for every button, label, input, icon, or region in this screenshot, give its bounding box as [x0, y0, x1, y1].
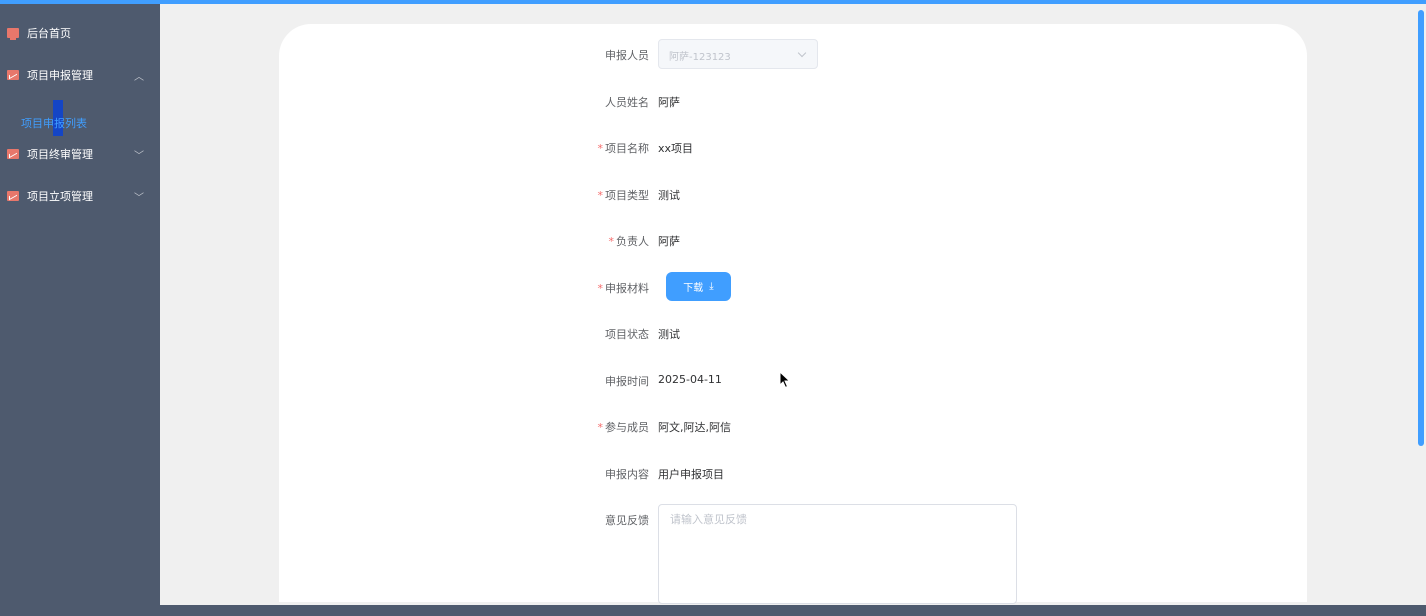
chart-icon — [7, 70, 19, 80]
mouse-cursor-icon — [779, 371, 791, 389]
sidebar-item-label: 后台首页 — [27, 27, 71, 40]
button-label: 下载 — [683, 283, 704, 294]
chevron-up-icon: ︿ — [134, 71, 144, 83]
form-row-materials: * 申报材料 — [279, 277, 1307, 297]
form-row-project-name: * 项目名称 xx项目 — [279, 137, 1307, 157]
form-row-status: 项目状态 测试 — [279, 323, 1307, 343]
feedback-textarea[interactable]: 请输入意见反馈 — [658, 504, 1017, 604]
select-value: 阿萨-123123 — [669, 52, 731, 63]
sidebar-item-project-declaration[interactable]: 项目申报管理 ︿ — [0, 65, 160, 85]
form-row-content: 申报内容 用户申报项目 — [279, 463, 1307, 483]
sidebar-item-home[interactable]: 后台首页 — [0, 23, 160, 43]
field-label: * 负责人 — [609, 233, 650, 249]
label-text: 项目类型 — [605, 189, 649, 202]
required-marker: * — [597, 189, 604, 202]
vertical-scrollbar[interactable] — [1418, 10, 1424, 446]
label-text: 申报材料 — [605, 282, 649, 295]
field-label: 申报人员 — [605, 49, 649, 62]
label-text: 负责人 — [616, 235, 649, 248]
download-button[interactable]: 下载 ⤓ — [666, 272, 731, 301]
required-marker: * — [597, 282, 604, 295]
field-value: 测试 — [658, 328, 680, 341]
required-marker: * — [597, 142, 604, 155]
field-label: * 参与成员 — [598, 419, 650, 435]
field-label: 项目状态 — [605, 328, 649, 341]
sidebar-subitem-declaration-list[interactable]: 项目申报列表 — [21, 115, 87, 131]
sidebar-item-project-approval[interactable]: 项目立项管理 ﹀ — [0, 186, 160, 206]
chart-icon — [7, 149, 19, 159]
field-label: * 申报材料 — [598, 280, 650, 296]
chevron-down-icon: ﹀ — [134, 192, 144, 204]
field-label: 人员姓名 — [605, 96, 649, 109]
field-value: 用户申报项目 — [658, 468, 724, 481]
field-value: 阿萨 — [658, 235, 680, 248]
textarea-placeholder: 请输入意见反馈 — [670, 513, 747, 526]
field-label: * 项目类型 — [598, 187, 650, 203]
field-label: 申报内容 — [605, 468, 649, 481]
required-marker: * — [608, 235, 615, 248]
sidebar-item-label: 项目终审管理 — [27, 148, 93, 161]
top-accent-bar — [0, 0, 1426, 4]
sidebar: 后台首页 项目申报管理 ︿ 项目申报列表 项目终审管理 ﹀ 项目立项管理 ﹀ — [0, 4, 160, 616]
field-value: 2025-04-11 — [658, 373, 722, 386]
field-value: 阿萨 — [658, 96, 680, 109]
sidebar-item-label: 项目申报管理 — [27, 69, 93, 82]
download-icon: ⤓ — [709, 281, 714, 292]
sidebar-item-label: 项目立项管理 — [27, 190, 93, 203]
form-card: 申报人员 阿萨-123123 人员姓名 阿萨 * 项目名称 xx项目 * 项目类型 … — [279, 24, 1307, 604]
form-row-name: 人员姓名 阿萨 — [279, 91, 1307, 111]
field-label: 申报时间 — [605, 375, 649, 388]
field-value: 阿文,阿达,阿信 — [658, 421, 731, 434]
form-row-project-type: * 项目类型 测试 — [279, 184, 1307, 204]
field-label: 意见反馈 — [605, 514, 649, 527]
form-row-time: 申报时间 2025-04-11 — [279, 370, 1307, 390]
label-text: 项目名称 — [605, 142, 649, 155]
chart-icon — [7, 191, 19, 201]
chevron-down-icon: ﹀ — [134, 150, 144, 162]
required-marker: * — [597, 421, 604, 434]
form-row-members: * 参与成员 阿文,阿达,阿信 — [279, 416, 1307, 436]
field-value: 测试 — [658, 189, 680, 202]
label-text: 参与成员 — [605, 421, 649, 434]
field-label: * 项目名称 — [598, 140, 650, 156]
field-value: xx项目 — [658, 142, 694, 155]
chevron-down-icon — [797, 48, 807, 58]
applicant-select[interactable]: 阿萨-123123 — [658, 39, 818, 69]
form-row-leader: * 负责人 阿萨 — [279, 230, 1307, 250]
bottom-bar — [160, 605, 1426, 616]
sidebar-item-final-review[interactable]: 项目终审管理 ﹀ — [0, 144, 160, 164]
monitor-icon — [7, 28, 19, 40]
